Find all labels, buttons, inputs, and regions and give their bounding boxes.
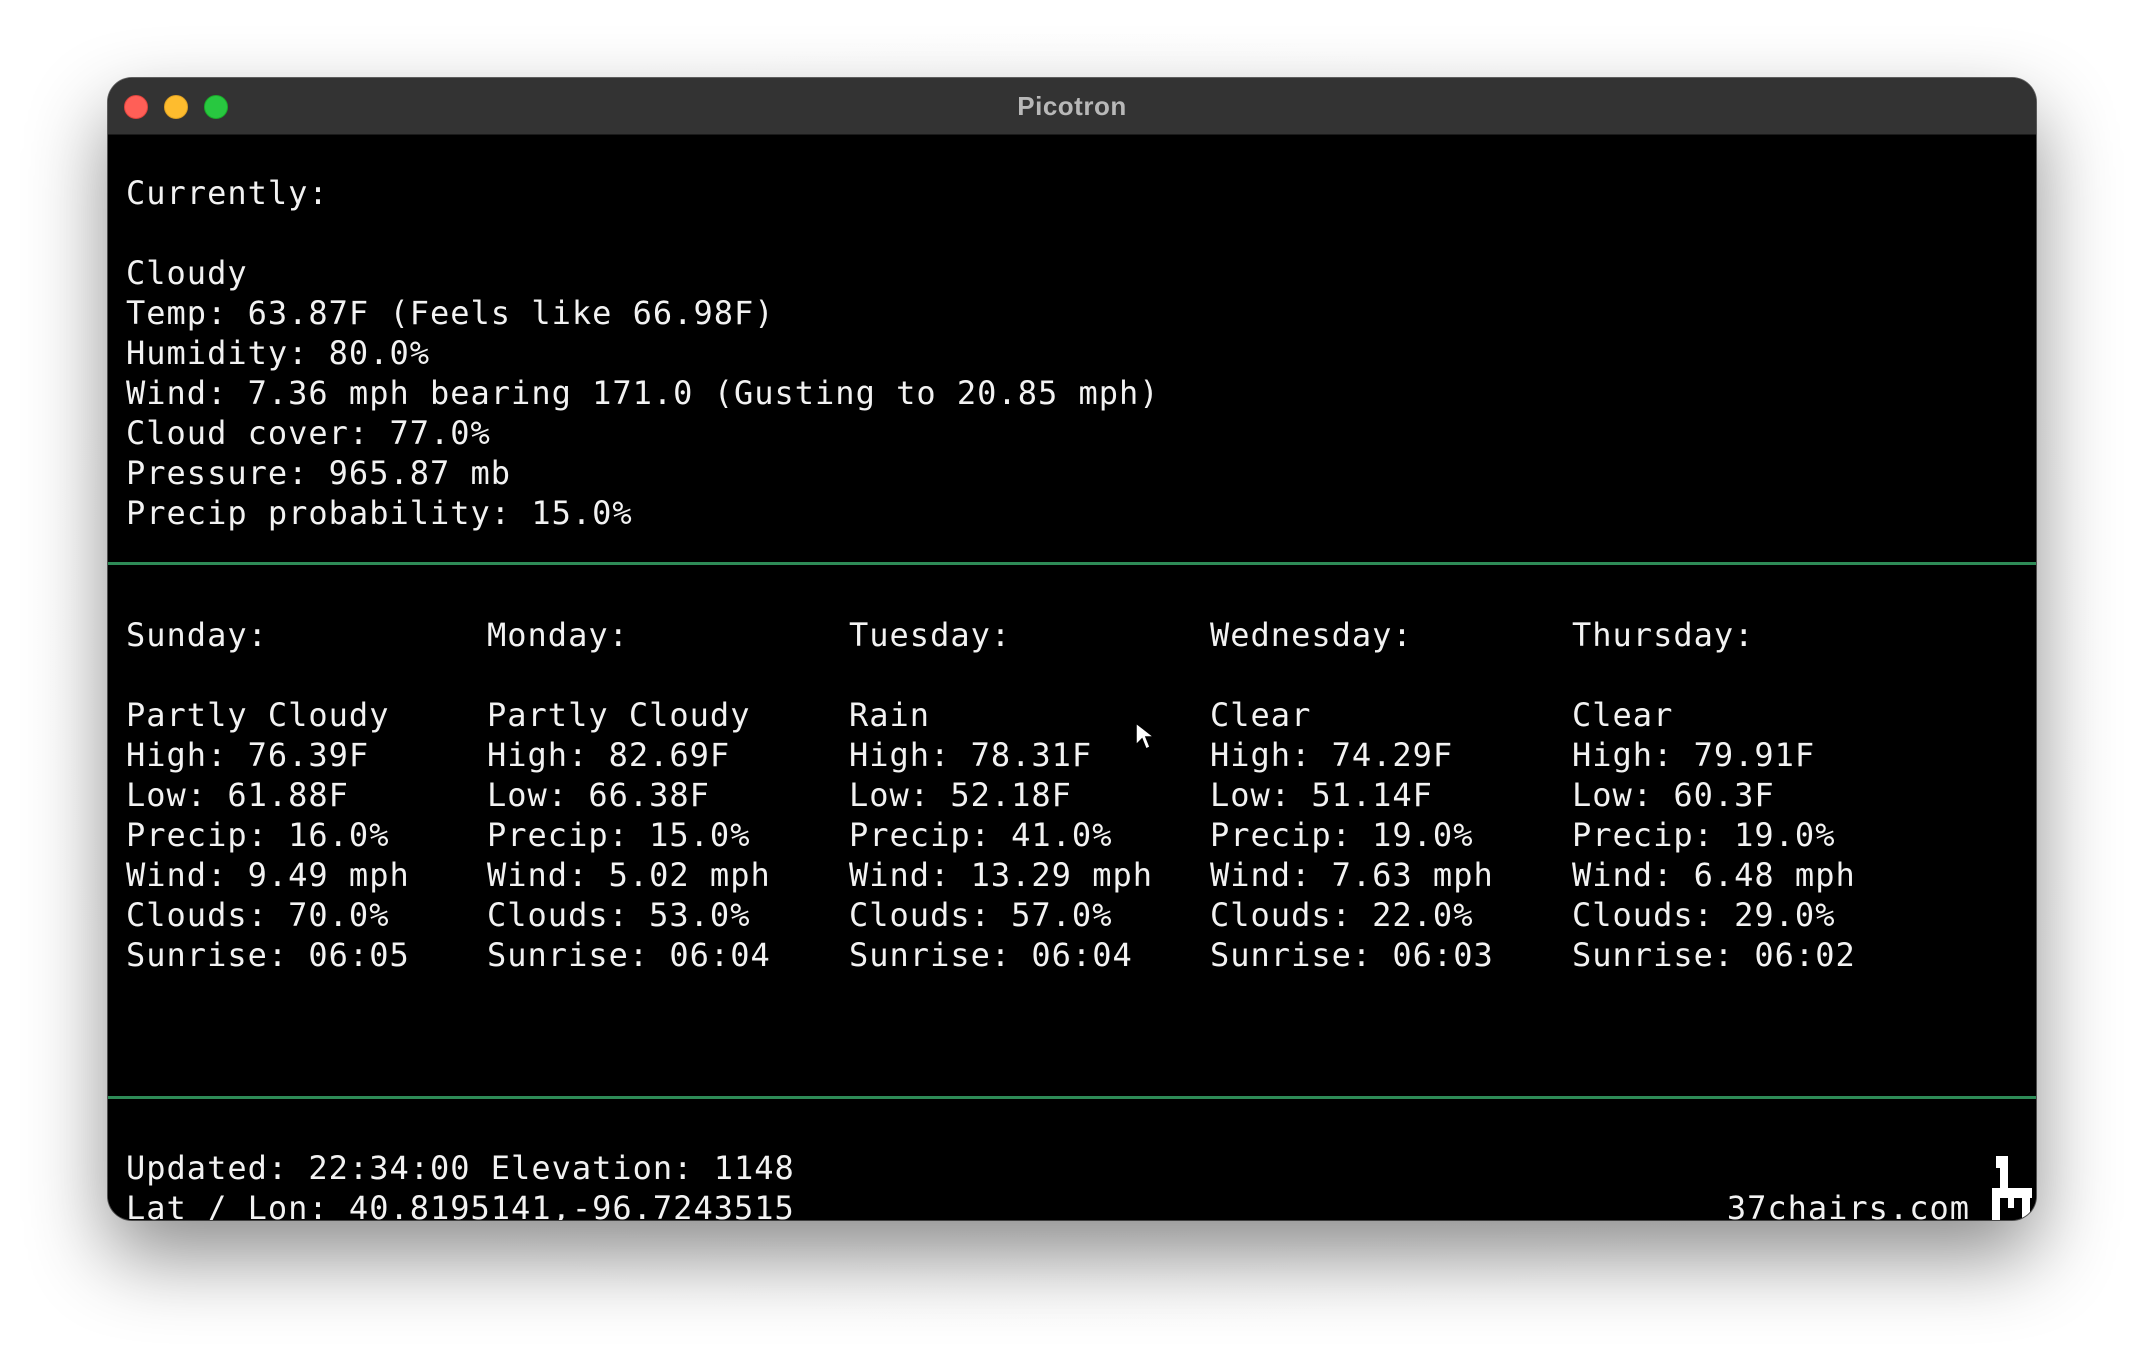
forecast-sunrise: Sunrise: 06:02 xyxy=(1572,936,1856,974)
chair-logo-icon xyxy=(1992,1156,2032,1220)
forecast-condition: Partly Cloudy xyxy=(126,696,390,734)
forecast-condition: Rain xyxy=(849,696,931,734)
picotron-window[interactable]: Picotron Currently: Cloudy Temp: 63.87F … xyxy=(108,78,2036,1220)
forecast-day: Wednesday: xyxy=(1210,616,1413,654)
current-precip-probability: Precip probability: 15.0% xyxy=(126,494,633,532)
forecast-precip: Precip: 19.0% xyxy=(1210,816,1474,854)
forecast-wind: Wind: 5.02 mph xyxy=(487,856,771,894)
forecast-high: High: 79.91F xyxy=(1572,736,1816,774)
weather-screen: Currently: Cloudy Temp: 63.87F (Feels li… xyxy=(108,135,2036,1220)
forecast-clouds: Clouds: 53.0% xyxy=(487,896,751,934)
forecast-precip: Precip: 16.0% xyxy=(126,816,390,854)
credit-text: 37chairs.com xyxy=(1726,1189,1970,1220)
forecast-low: Low: 51.14F xyxy=(1210,776,1433,814)
forecast-high: High: 74.29F xyxy=(1210,736,1454,774)
updated-elevation: Updated: 22:34:00 Elevation: 1148 xyxy=(126,1149,795,1187)
forecast-day: Thursday: xyxy=(1572,616,1755,654)
section-divider-top xyxy=(108,562,2036,565)
mouse-pointer-icon xyxy=(1135,721,1157,751)
forecast-day: Monday: xyxy=(487,616,629,654)
forecast-precip: Precip: 19.0% xyxy=(1572,816,1836,854)
section-divider-bottom xyxy=(108,1096,2036,1099)
current-wind: Wind: 7.36 mph bearing 171.0 (Gusting to… xyxy=(126,374,1160,412)
current-heading: Currently: xyxy=(126,174,329,212)
forecast-precip: Precip: 41.0% xyxy=(849,816,1113,854)
forecast-sunrise: Sunrise: 06:04 xyxy=(487,936,771,974)
lat-lon: Lat / Lon: 40.8195141,-96.7243515 xyxy=(126,1189,795,1220)
forecast-clouds: Clouds: 70.0% xyxy=(126,896,390,934)
forecast-high: High: 78.31F xyxy=(849,736,1093,774)
desktop: Picotron Currently: Cloudy Temp: 63.87F … xyxy=(0,0,2144,1360)
forecast-wind: Wind: 13.29 mph xyxy=(849,856,1153,894)
forecast-wind: Wind: 6.48 mph xyxy=(1572,856,1856,894)
forecast-low: Low: 60.3F xyxy=(1572,776,1775,814)
current-pressure: Pressure: 965.87 mb xyxy=(126,454,512,492)
forecast-day: Sunday: xyxy=(126,616,268,654)
current-cloud-cover: Cloud cover: 77.0% xyxy=(126,414,491,452)
forecast-precip: Precip: 15.0% xyxy=(487,816,751,854)
forecast-low: Low: 66.38F xyxy=(487,776,710,814)
forecast-condition: Clear xyxy=(1572,696,1674,734)
forecast-wind: Wind: 7.63 mph xyxy=(1210,856,1494,894)
window-title: Picotron xyxy=(1017,91,1127,121)
forecast-clouds: Clouds: 57.0% xyxy=(849,896,1113,934)
forecast-day: Tuesday: xyxy=(849,616,1012,654)
forecast-high: High: 82.69F xyxy=(487,736,731,774)
forecast-low: Low: 61.88F xyxy=(126,776,349,814)
forecast-low: Low: 52.18F xyxy=(849,776,1072,814)
forecast-sunrise: Sunrise: 06:05 xyxy=(126,936,410,974)
forecast-high: High: 76.39F xyxy=(126,736,370,774)
forecast-sunrise: Sunrise: 06:03 xyxy=(1210,936,1494,974)
forecast-sunrise: Sunrise: 06:04 xyxy=(849,936,1133,974)
forecast-condition: Clear xyxy=(1210,696,1312,734)
current-humidity: Humidity: 80.0% xyxy=(126,334,430,372)
forecast-wind: Wind: 9.49 mph xyxy=(126,856,410,894)
title-bar[interactable]: Picotron xyxy=(108,78,2036,135)
forecast-clouds: Clouds: 29.0% xyxy=(1572,896,1836,934)
forecast-condition: Partly Cloudy xyxy=(487,696,751,734)
current-condition: Cloudy xyxy=(126,254,248,292)
current-temp: Temp: 63.87F (Feels like 66.98F) xyxy=(126,294,775,332)
forecast-clouds: Clouds: 22.0% xyxy=(1210,896,1474,934)
